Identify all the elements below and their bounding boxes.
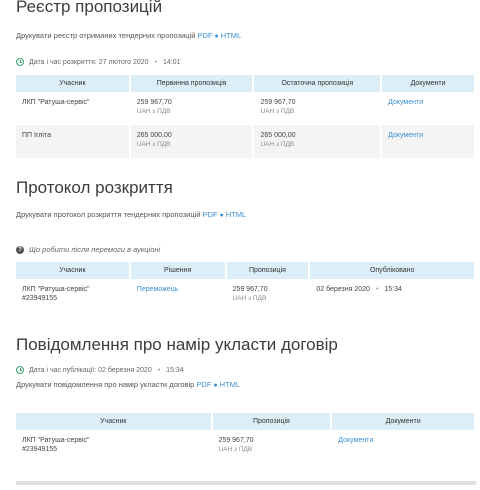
protocol-table: Учасник Рішення Пропозиція Опубліковано … <box>16 262 476 317</box>
currency-note: UAH з ПДВ <box>218 446 253 453</box>
initial-offer-value: 259 967,70 <box>136 99 172 106</box>
registry-html-link[interactable]: HTML <box>221 31 241 40</box>
registry-title: Реєстр пропозицій <box>16 0 163 16</box>
column-header: Учасник <box>16 75 131 92</box>
documents-cell: Документи <box>331 430 476 468</box>
column-header: Учасник <box>16 262 131 279</box>
published-time: 15:34 <box>384 286 402 293</box>
table-row: ЛКП "Ратуша-сервіс" #23949155 259 967,70 U… <box>16 430 476 468</box>
winner-info-line[interactable]: ? Що робити після перемоги в аукціоні <box>16 245 160 254</box>
separator-dot: • <box>157 366 161 374</box>
registry-pdf-link[interactable]: PDF <box>198 31 213 40</box>
decision-cell: Переможець <box>129 279 227 317</box>
initial-offer-cell: 259 967,70 UAH з ПДВ <box>129 92 255 125</box>
separator-dot: • <box>154 58 157 66</box>
currency-note: UAH з ПДВ <box>136 141 171 148</box>
column-header: Документи <box>331 413 476 430</box>
offer-cell: 259 967,70 UAH з ПДВ <box>211 430 333 468</box>
question-icon: ? <box>16 245 24 254</box>
separator-dot: ● <box>213 382 218 389</box>
protocol-print-line: Друкувати протокол розкриття тендерних п… <box>16 210 246 219</box>
notice-published-time: 15:34 <box>166 366 184 374</box>
protocol-title: Протокол розкриття <box>16 178 173 197</box>
registry-opened-line: Дата і час розкриття: 27 лютого 2020 • 1… <box>16 58 181 66</box>
participant-cell: ЛКП "Ратуша-сервіс" <box>16 92 131 125</box>
registry-print-text: Друкувати реєстр отриманих тендерних про… <box>16 31 196 40</box>
participant-name: ЛКП "Ратуша-сервіс" <box>22 286 90 293</box>
separator-dot: ● <box>219 212 224 219</box>
notice-published-label: Дата і час публікації: 02 березня 2020 <box>29 366 152 374</box>
notice-table: Учасник Пропозиція Документи ЛКП "Ратуша… <box>16 413 476 468</box>
table-header-row: Учасник Рішення Пропозиція Опубліковано <box>16 262 476 279</box>
registry-opened-label: Дата і час розкриття: 27 лютого 2020 <box>29 58 149 66</box>
table-row: ЛКП "Ратуша-сервіс" 259 967,70 UAH з ПДВ … <box>16 92 476 125</box>
currency-note: UAH з ПДВ <box>260 108 295 115</box>
initial-offer-cell: 265 000,00 UAH з ПДВ <box>129 125 255 158</box>
final-offer-cell: 265 000,00 UAH з ПДВ <box>253 125 383 158</box>
column-header: Пропозиція <box>211 413 333 430</box>
protocol-html-link[interactable]: HTML <box>226 210 246 219</box>
currency-note: UAH з ПДВ <box>136 108 171 115</box>
offer-value: 259 967,70 <box>232 286 268 293</box>
column-header: Документи <box>381 75 476 92</box>
participant-cell: ЛКП "Ратуша-сервіс" #23949155 <box>16 430 213 468</box>
published-cell: 02 березня 2020 • 15:34 <box>309 279 476 317</box>
documents-link[interactable]: Документи <box>388 99 423 106</box>
documents-link[interactable]: Документи <box>388 132 423 139</box>
registry-table: Учасник Первинна пропозиція Остаточна пр… <box>16 75 476 158</box>
participant-name: ЛКП "Ратуша-сервіс" <box>22 437 90 444</box>
documents-cell: Документи <box>381 125 476 158</box>
column-header: Рішення <box>129 262 227 279</box>
final-offer-value: 259 967,70 <box>260 99 296 106</box>
decision-link[interactable]: Переможець <box>137 286 179 293</box>
published-date: 02 березня 2020 <box>316 286 370 293</box>
notice-title: Повідомлення про намір укласти договір <box>16 335 338 354</box>
separator-dot: ● <box>214 33 219 40</box>
currency-note: UAH з ПДВ <box>260 141 295 148</box>
protocol-print-text: Друкувати протокол розкриття тендерних п… <box>16 210 201 219</box>
notice-html-link[interactable]: HTML <box>220 380 240 389</box>
participant-id: #23949155 <box>22 446 58 453</box>
participant-cell: ПП Ігліта <box>16 125 131 158</box>
column-header: Учасник <box>16 413 213 430</box>
documents-link[interactable]: Документи <box>338 437 373 444</box>
column-header: Первинна пропозиція <box>129 75 255 92</box>
registry-print-line: Друкувати реєстр отриманих тендерних про… <box>16 31 241 40</box>
notice-print-line: Друкувати повідомлення про намір укласти… <box>16 380 240 389</box>
column-header: Опубліковано <box>309 262 476 279</box>
participant-id: #23949155 <box>22 295 58 302</box>
notice-print-text: Друкувати повідомлення про намір укласти… <box>16 380 195 389</box>
separator-dot: • <box>375 286 379 293</box>
initial-offer-value: 265 000,00 <box>136 132 172 139</box>
scroll-divider <box>16 481 476 485</box>
table-header-row: Учасник Первинна пропозиція Остаточна пр… <box>16 75 476 92</box>
winner-info-text[interactable]: Що робити після перемоги в аукціоні <box>29 245 160 254</box>
table-header-row: Учасник Пропозиція Документи <box>16 413 476 430</box>
offer-cell: 259 967,70 UAH з ПДВ <box>225 279 311 317</box>
documents-cell: Документи <box>381 92 476 125</box>
participant-cell: ЛКП "Ратуша-сервіс" #23949155 <box>16 279 131 317</box>
registry-opened-time: 14:01 <box>163 58 181 66</box>
notice-published-line: Дата і час публікації: 02 березня 2020 •… <box>16 366 184 374</box>
protocol-pdf-link[interactable]: PDF <box>203 210 218 219</box>
final-offer-cell: 259 967,70 UAH з ПДВ <box>253 92 383 125</box>
column-header: Остаточна пропозиція <box>253 75 383 92</box>
currency-note: UAH з ПДВ <box>232 295 267 302</box>
table-row: ЛКП "Ратуша-сервіс" #23949155 Переможець … <box>16 279 476 317</box>
clock-icon <box>16 366 24 374</box>
table-row: ПП Ігліта 265 000,00 UAH з ПДВ 265 000,00… <box>16 125 476 158</box>
clock-icon <box>16 58 24 66</box>
notice-pdf-link[interactable]: PDF <box>196 380 211 389</box>
final-offer-value: 265 000,00 <box>260 132 296 139</box>
column-header: Пропозиція <box>225 262 311 279</box>
offer-value: 259 967,70 <box>218 437 254 444</box>
